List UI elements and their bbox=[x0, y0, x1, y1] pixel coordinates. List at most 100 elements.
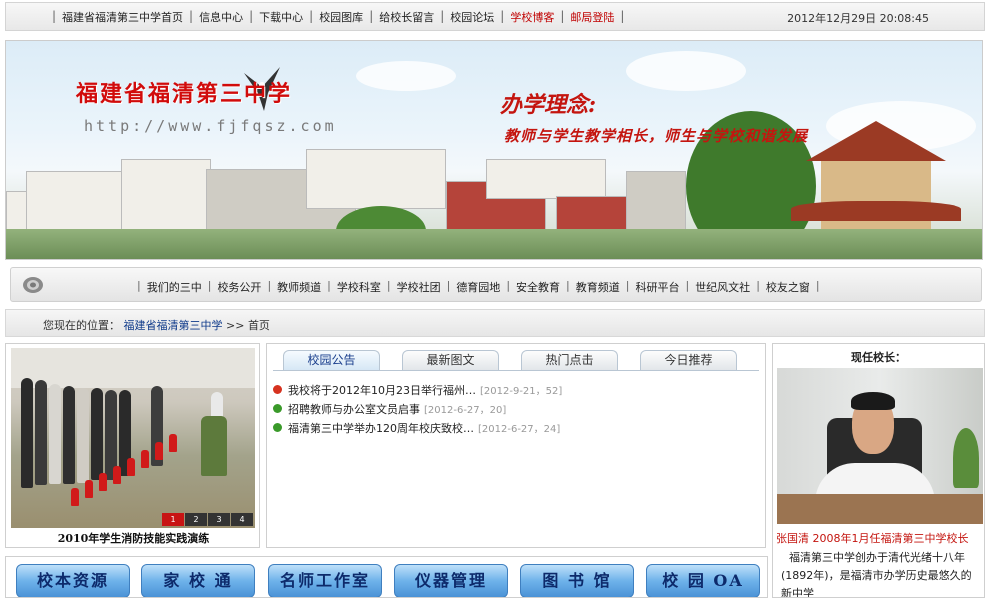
plant bbox=[953, 428, 979, 488]
nav-separator: | bbox=[207, 279, 212, 292]
cloud bbox=[356, 61, 456, 91]
nav-separator: | bbox=[815, 279, 820, 292]
quick-links-bar: 校本资源家 校 通名师工作室 仪器管理图 书 馆校 园 OA bbox=[5, 556, 768, 598]
main-nav-link[interactable]: 科研平台 bbox=[635, 279, 679, 295]
principal-hair bbox=[851, 392, 895, 410]
fire-extinguisher bbox=[113, 466, 121, 484]
person bbox=[77, 388, 89, 483]
top-nav-link[interactable]: 校园论坛 bbox=[450, 9, 494, 25]
nav-separator: | bbox=[369, 9, 374, 23]
news-item-meta: [2012-6-27，24] bbox=[478, 424, 561, 435]
slideshow-image[interactable]: 1234 bbox=[11, 348, 255, 528]
top-nav-link[interactable]: 下载中心 bbox=[259, 9, 303, 25]
news-item: 我校将于2012年10月23日举行福州… [2012-9-21，52] bbox=[273, 380, 562, 399]
school-name-logo: 福建省福清第三中学 bbox=[76, 81, 293, 107]
quick-link-button[interactable]: 图 书 馆 bbox=[520, 564, 634, 597]
nav-separator: | bbox=[500, 9, 505, 23]
quick-link-button[interactable]: 校本资源 bbox=[16, 564, 130, 597]
nav-separator: | bbox=[440, 9, 445, 23]
quick-link-button[interactable]: 名师工作室 bbox=[268, 564, 382, 597]
photo-building bbox=[11, 348, 255, 388]
desk bbox=[777, 494, 983, 524]
fire-extinguisher bbox=[155, 442, 163, 460]
person bbox=[21, 378, 33, 488]
main-nav-link[interactable]: 教育频道 bbox=[576, 279, 620, 295]
news-list: 我校将于2012年10月23日举行福州… [2012-9-21，52] 招聘教师与办… bbox=[273, 380, 562, 437]
building bbox=[486, 159, 606, 199]
main-nav-links: | 我们的三中 | 校务公开 | 教师频道 | 学校科室 | 学校社团 | 德育园地 | 安全教育 | 教育频… bbox=[131, 279, 826, 295]
news-tab[interactable]: 今日推荐 bbox=[640, 350, 737, 370]
breadcrumb-prefix: 您现在的位置： bbox=[43, 319, 120, 332]
news-panel: 校园公告 最新图文 热门点击 今日推荐 我校将于2012年10月23日举行福州… [20… bbox=[266, 343, 766, 548]
main-nav-link[interactable]: 学校科室 bbox=[337, 279, 381, 295]
principal-name: 张国清 2008年1月任福清第三中学校长 bbox=[776, 532, 969, 545]
fire-extinguisher bbox=[141, 450, 149, 468]
top-nav-link[interactable]: 给校长留言 bbox=[379, 9, 434, 25]
news-item: 招聘教师与办公室文员启事 [2012-6-27，20] bbox=[273, 399, 562, 418]
nav-separator: | bbox=[685, 279, 690, 292]
quick-link-button[interactable]: 校 园 OA bbox=[646, 564, 760, 597]
motto-text: 教师与学生教学相长，师生与学校和谐发展 bbox=[504, 127, 809, 145]
main-nav-bar: | 我们的三中 | 校务公开 | 教师频道 | 学校科室 | 学校社团 | 德育园地 | 安全教育 | 教育频… bbox=[10, 267, 982, 302]
breadcrumb-home-link[interactable]: 福建省福清第三中学 bbox=[124, 319, 223, 332]
pavilion-roof bbox=[806, 121, 946, 161]
news-item-link[interactable]: 招聘教师与办公室文员启事 bbox=[288, 401, 420, 417]
news-tab[interactable]: 热门点击 bbox=[521, 350, 618, 370]
principal-photo bbox=[777, 368, 983, 524]
fire-extinguisher bbox=[127, 458, 135, 476]
news-item-link[interactable]: 我校将于2012年10月23日举行福州… bbox=[288, 382, 476, 398]
main-nav-link[interactable]: 教师频道 bbox=[277, 279, 321, 295]
slideshow-page-button[interactable]: 2 bbox=[185, 513, 207, 526]
school-banner: 福建省福清第三中学 http://www.fjfqsz.com 办学理念: 教师… bbox=[5, 40, 983, 260]
bullet-icon bbox=[273, 385, 282, 394]
main-nav-link[interactable]: 我们的三中 bbox=[147, 279, 202, 295]
main-nav-link[interactable]: 校务公开 bbox=[217, 279, 261, 295]
nav-separator: | bbox=[52, 9, 57, 23]
ground bbox=[6, 229, 982, 259]
main-nav-link[interactable]: 学校社团 bbox=[397, 279, 441, 295]
slideshow-panel: 1234 2010年学生消防技能实践演练 bbox=[5, 343, 260, 548]
nav-separator: | bbox=[446, 279, 451, 292]
motto-title: 办学理念: bbox=[500, 92, 597, 118]
nav-separator: | bbox=[137, 279, 141, 292]
nav-separator: | bbox=[756, 279, 760, 292]
principal-panel: 现任校长： 张国清 2008年1月任福清第三中学校长 福清第三中学创办于清代光绪… bbox=[772, 343, 985, 598]
main-nav-link[interactable]: 安全教育 bbox=[516, 279, 560, 295]
main-nav-link[interactable]: 德育园地 bbox=[456, 279, 500, 295]
slideshow-page-button[interactable]: 3 bbox=[208, 513, 230, 526]
news-tab[interactable]: 校园公告 bbox=[283, 350, 380, 370]
main-nav-link[interactable]: 校友之窗 bbox=[766, 279, 810, 295]
news-item-meta: [2012-9-21，52] bbox=[480, 386, 563, 397]
news-tabs: 校园公告 最新图文 热门点击 今日推荐 bbox=[283, 350, 759, 370]
school-url: http://www.fjfqsz.com bbox=[84, 117, 337, 135]
nav-separator: | bbox=[267, 279, 272, 292]
fire-extinguisher bbox=[71, 488, 79, 506]
pavilion-roof bbox=[791, 201, 961, 221]
fire-extinguisher bbox=[169, 434, 177, 452]
nav-separator: | bbox=[386, 279, 391, 292]
slideshow-page-button[interactable]: 4 bbox=[231, 513, 253, 526]
fire-extinguisher bbox=[99, 473, 107, 491]
nav-separator: | bbox=[566, 279, 570, 292]
datetime-display: 2012年12月29日 20:08:45 bbox=[787, 12, 929, 25]
top-nav-link[interactable]: 邮局登陆 bbox=[570, 9, 614, 25]
quick-link-button[interactable]: 仪器管理 bbox=[394, 564, 508, 597]
tabs-divider bbox=[273, 370, 759, 371]
breadcrumb-current: 首页 bbox=[247, 319, 270, 332]
main-nav-link[interactable]: 世纪风文社 bbox=[695, 279, 750, 295]
quick-link-button[interactable]: 家 校 通 bbox=[141, 564, 255, 597]
slideshow-page-button[interactable]: 1 bbox=[162, 513, 184, 526]
top-nav-bar: | 福建省福清第三中学首页 | 信息中心 | 下载中心 | 校园图库 | 给校长留言 | 校园论坛 | 学… bbox=[5, 2, 985, 31]
top-nav-link[interactable]: 福建省福清第三中学首页 bbox=[62, 9, 183, 25]
bullet-icon bbox=[273, 423, 282, 432]
news-tab[interactable]: 最新图文 bbox=[402, 350, 499, 370]
nav-separator: | bbox=[506, 279, 511, 292]
top-nav-link[interactable]: 学校博客 bbox=[510, 9, 554, 25]
principal-title: 现任校长： bbox=[851, 351, 906, 364]
top-nav-link[interactable]: 校园图库 bbox=[319, 9, 363, 25]
news-item-link[interactable]: 福清第三中学举办120周年校庆致校… bbox=[288, 420, 474, 436]
gear-icon bbox=[23, 277, 43, 293]
nav-separator: | bbox=[249, 9, 254, 23]
school-history-text: 福清第三中学创办于清代光绪十八年(1892年)，是福清市办学历史最悠久的新中学 bbox=[781, 551, 972, 598]
top-nav-link[interactable]: 信息中心 bbox=[199, 9, 243, 25]
